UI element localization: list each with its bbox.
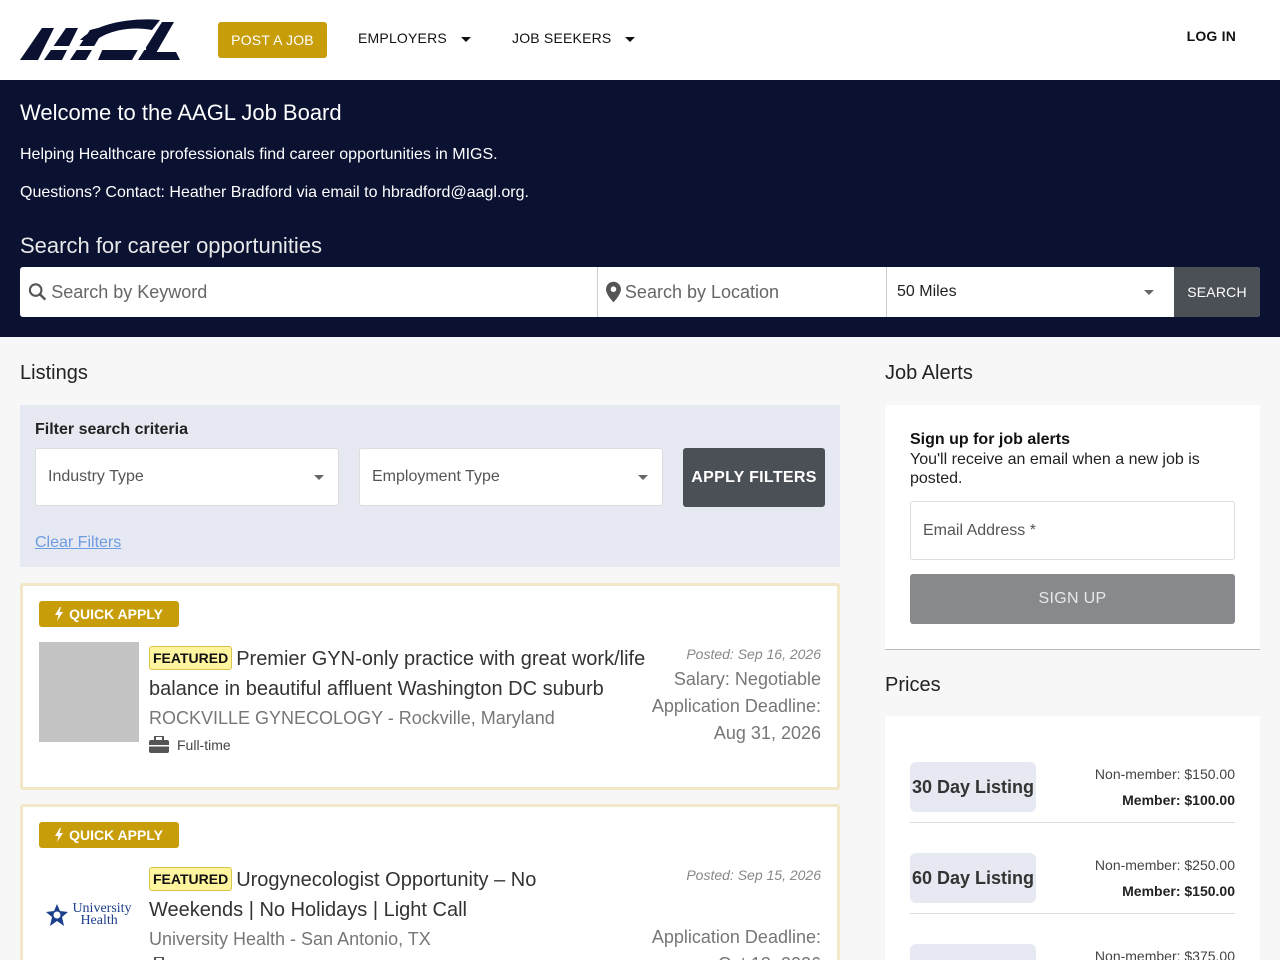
industry-type-placeholder: Industry Type xyxy=(48,468,144,485)
logo-text-health: Health xyxy=(80,913,118,928)
application-deadline: Application Deadline: Oct 13, 2026 xyxy=(651,927,821,960)
distance-select[interactable]: 50 Miles xyxy=(887,267,1174,317)
location-pin-icon xyxy=(606,281,621,303)
chevron-down-icon xyxy=(638,474,648,480)
location-field[interactable] xyxy=(598,267,887,317)
member-label: Member: xyxy=(1122,883,1181,899)
university-health-logo: University Health xyxy=(39,897,139,933)
search-button[interactable]: SEARCH xyxy=(1174,267,1260,317)
nonmember-price: Non-member: $375.00 xyxy=(1094,948,1235,960)
employers-menu[interactable]: EMPLOYERS xyxy=(358,30,471,46)
filter-panel: Filter search criteria Industry Type Emp… xyxy=(20,405,840,567)
member-price-value: $150.00 xyxy=(1184,883,1235,899)
employment-type-placeholder: Employment Type xyxy=(372,468,500,485)
hero-title: Welcome to the AAGL Job Board xyxy=(20,100,342,125)
salary: Salary: Negotiable xyxy=(673,669,821,689)
nonmember-price: Non-member: $250.00 xyxy=(1094,857,1235,873)
briefcase-icon xyxy=(149,736,169,753)
lightning-icon xyxy=(55,828,64,842)
lightning-icon xyxy=(55,607,64,621)
job-alerts-panel: Sign up for job alerts You'll receive an… xyxy=(885,405,1260,650)
employment-type-label: Full-time xyxy=(177,736,231,753)
posted-date: Posted: Sep 15, 2026 xyxy=(686,867,821,883)
featured-badge: FEATURED xyxy=(149,646,233,670)
email-label: Email Address * xyxy=(923,521,1036,539)
quick-apply-badge[interactable]: QUICK APPLY xyxy=(39,822,179,848)
price-row: 60 Day Listing Non-member: $250.00 Membe… xyxy=(910,823,1235,914)
posted-date: Posted: Sep 16, 2026 xyxy=(686,646,821,662)
chevron-down-icon xyxy=(625,36,636,42)
search-title: Search for career opportunities xyxy=(20,233,323,258)
industry-type-select[interactable]: Industry Type xyxy=(35,448,339,506)
email-field[interactable]: Email Address * xyxy=(910,501,1235,560)
alerts-heading: Sign up for job alerts xyxy=(910,431,1071,448)
apply-filters-button[interactable]: APPLY FILTERS xyxy=(683,448,825,507)
star-emblem-icon xyxy=(46,904,69,926)
company-location: ROCKVILLE GYNECOLOGY - Rockville, Maryla… xyxy=(149,708,555,728)
sign-up-button[interactable]: SIGN UP xyxy=(910,574,1235,624)
site-header: POST A JOB EMPLOYERS JOB SEEKERS LOG IN xyxy=(0,0,1280,80)
listing-duration: 60 Day Listing xyxy=(910,853,1036,903)
filter-label: Filter search criteria xyxy=(35,421,188,438)
nonmember-price: Non-member: $150.00 xyxy=(1094,766,1235,782)
company-location: University Health - San Antonio, TX xyxy=(149,929,431,949)
job-title[interactable]: FEATURED Premier GYN-only practice with g… xyxy=(149,644,659,704)
price-row: Non-member: $375.00 xyxy=(910,914,1235,960)
search-icon xyxy=(28,283,47,301)
member-price: Member: $150.00 xyxy=(1122,883,1235,899)
featured-badge: FEATURED xyxy=(149,867,233,891)
alerts-description: You'll receive an email when a new job i… xyxy=(910,451,1200,487)
prices-panel: 30 Day Listing Non-member: $150.00 Membe… xyxy=(885,716,1260,960)
aagl-logo[interactable] xyxy=(20,16,180,64)
hero-section: Welcome to the AAGL Job Board Helping He… xyxy=(0,80,1280,337)
member-price: Member: $100.00 xyxy=(1122,792,1235,808)
employment-type: Full-time xyxy=(149,736,231,753)
chevron-down-icon xyxy=(1144,289,1154,295)
login-link[interactable]: LOG IN xyxy=(1187,28,1236,44)
employment-type-select[interactable]: Employment Type xyxy=(359,448,663,506)
listing-duration: 30 Day Listing xyxy=(910,762,1036,812)
job-title[interactable]: FEATURED Urogynecologist Opportunity – No… xyxy=(149,865,579,925)
prices-title: Prices xyxy=(885,674,941,696)
job-alerts-title: Job Alerts xyxy=(885,362,973,384)
price-row: 30 Day Listing Non-member: $150.00 Membe… xyxy=(910,732,1235,823)
quick-apply-badge[interactable]: QUICK APPLY xyxy=(39,601,179,627)
job-seekers-menu[interactable]: JOB SEEKERS xyxy=(512,30,636,46)
listing-duration xyxy=(910,944,1036,960)
keyword-field[interactable] xyxy=(20,267,598,317)
job-card[interactable]: QUICK APPLY FEATURED Premier GYN-only pra… xyxy=(20,583,840,790)
chevron-down-icon xyxy=(460,36,471,42)
listings-title: Listings xyxy=(20,362,88,384)
salary-deadline: Salary: Negotiable Application Deadline:… xyxy=(651,666,821,747)
clear-filters-link[interactable]: Clear Filters xyxy=(35,534,121,552)
distance-value: 50 Miles xyxy=(897,283,957,300)
quick-apply-label: QUICK APPLY xyxy=(69,606,163,622)
chevron-down-icon xyxy=(314,474,324,480)
hero-contact: Questions? Contact: Heather Bradford via… xyxy=(20,184,529,201)
location-input[interactable] xyxy=(624,281,886,303)
company-logo-placeholder xyxy=(39,642,139,742)
application-deadline: Application Deadline: Aug 31, 2026 xyxy=(651,696,821,743)
search-bar: 50 Miles SEARCH xyxy=(20,267,1260,317)
post-job-button[interactable]: POST A JOB xyxy=(218,22,327,58)
member-label: Member: xyxy=(1122,792,1181,808)
quick-apply-label: QUICK APPLY xyxy=(69,827,163,843)
job-card[interactable]: QUICK APPLY University Health FEATURED Ur… xyxy=(20,804,840,960)
employers-label: EMPLOYERS xyxy=(358,30,447,46)
job-seekers-label: JOB SEEKERS xyxy=(512,30,612,46)
hero-description: Helping Healthcare professionals find ca… xyxy=(20,146,498,163)
member-price-value: $100.00 xyxy=(1184,792,1235,808)
keyword-input[interactable] xyxy=(51,281,597,303)
